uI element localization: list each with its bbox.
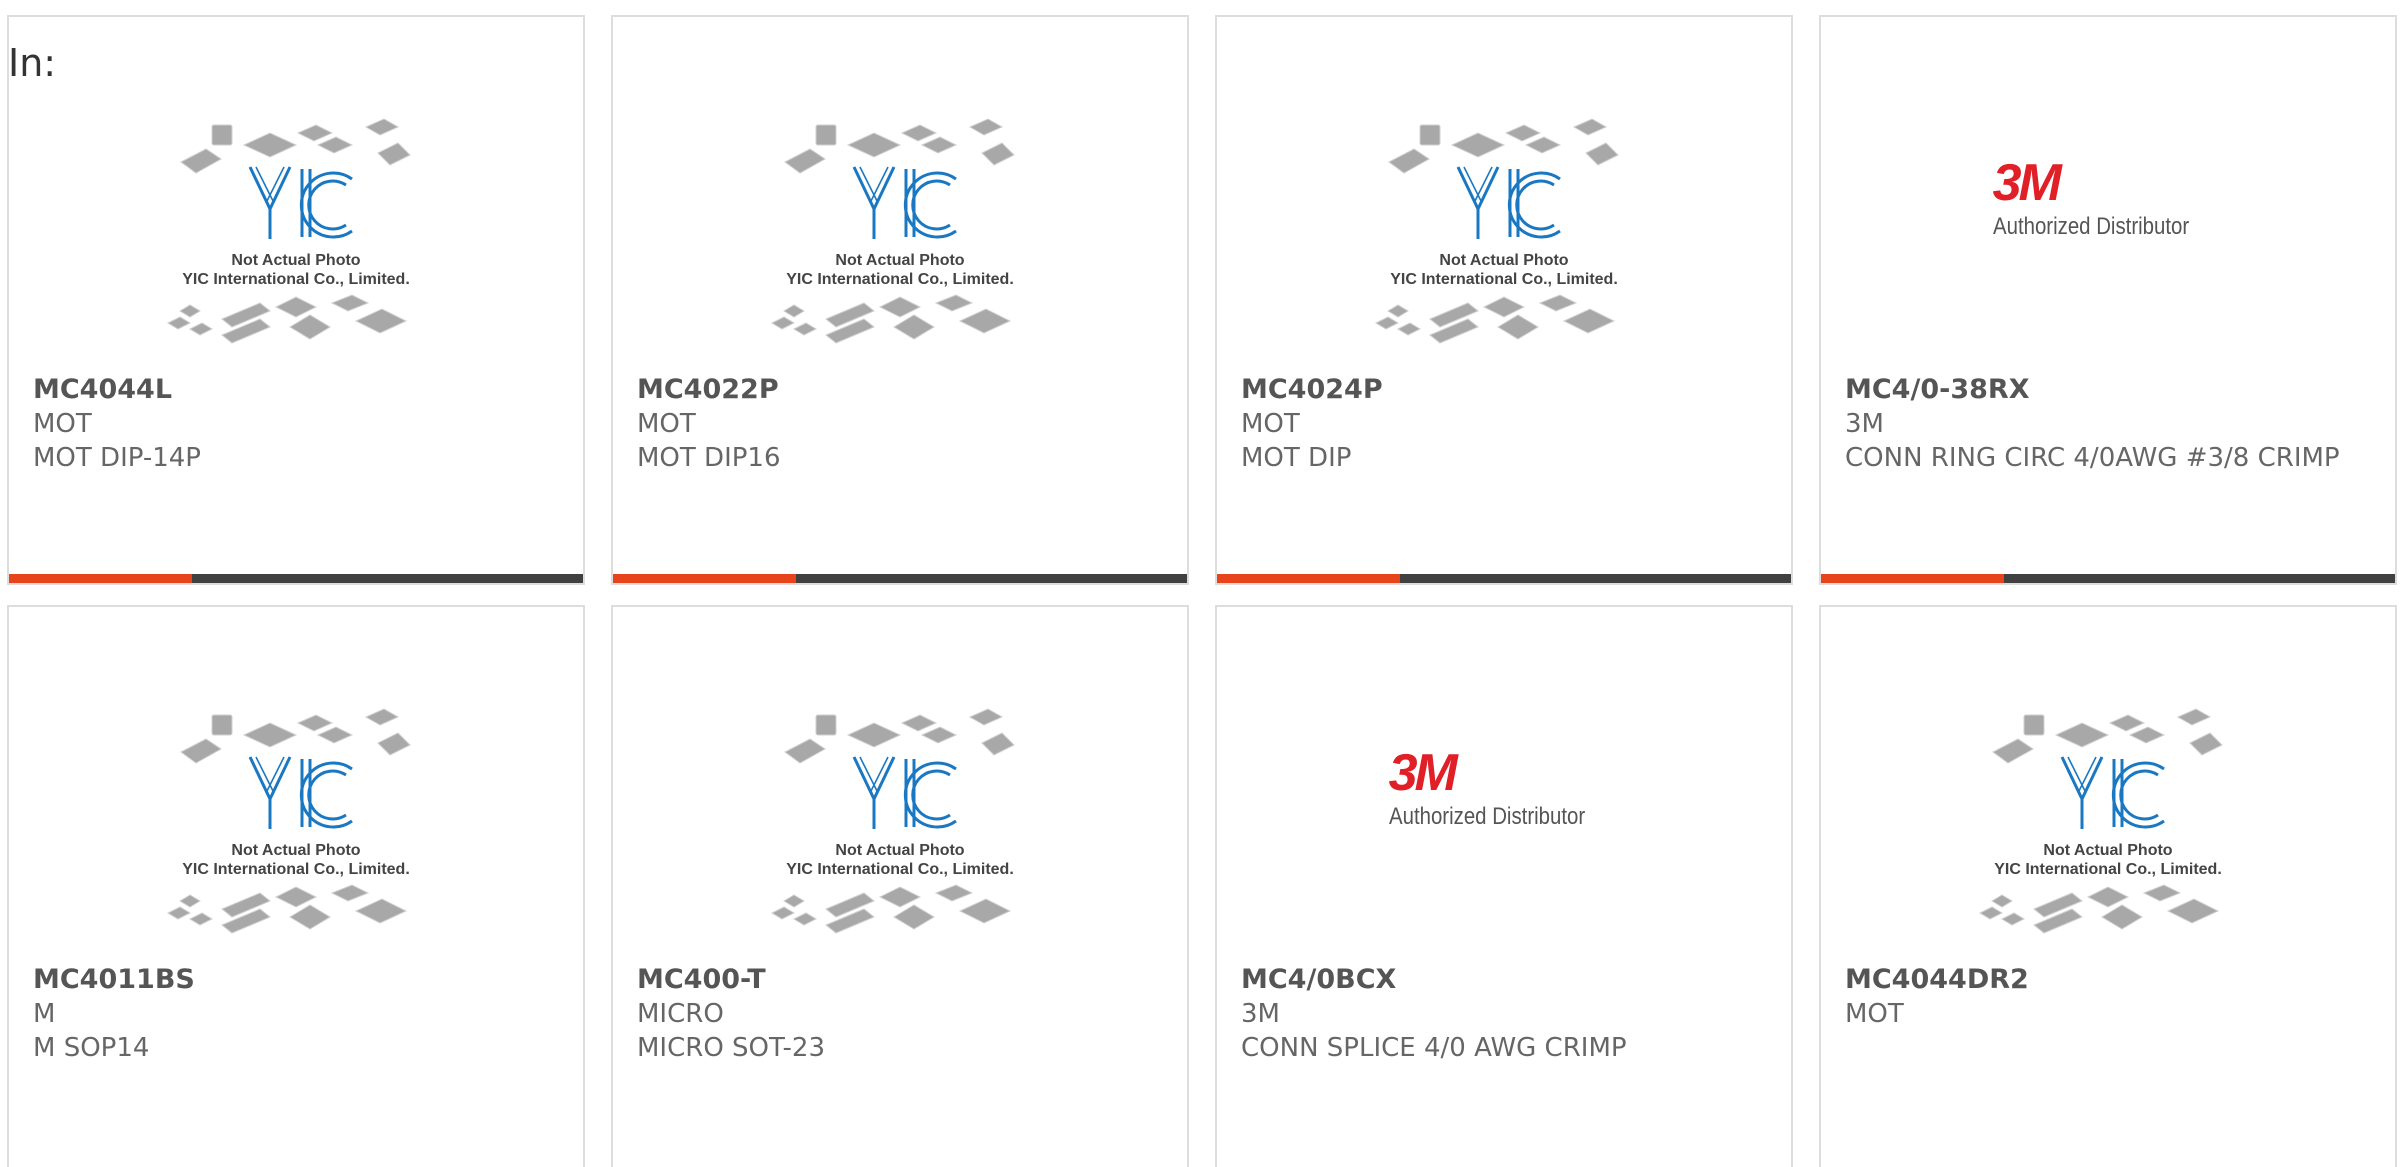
- card-accent-bar: [1217, 574, 1400, 583]
- manufacturer: MICRO: [637, 999, 724, 1029]
- placeholder-line1: Not Actual Photo: [835, 252, 964, 269]
- placeholder-line1: Not Actual Photo: [835, 842, 964, 859]
- description: CONN SPLICE 4/0 AWG CRIMP: [1241, 1033, 1627, 1063]
- product-image[interactable]: Not Actual Photo YIC International Co., …: [1217, 97, 1791, 372]
- manufacturer: MOT: [1845, 999, 1904, 1029]
- product-info: MC4024P MOT MOT DIP: [1241, 373, 1767, 475]
- placeholder-line2: YIC International Co., Limited.: [786, 861, 1014, 878]
- product-card[interactable]: Not Actual Photo YIC International Co., …: [7, 15, 585, 585]
- 3m-tagline: Authorized Distributor: [1388, 803, 1585, 830]
- product-card[interactable]: 3M Authorized Distributor MC4/0BCX 3M CONN…: [1215, 605, 1793, 1167]
- 3m-logo: 3M: [1388, 744, 1458, 802]
- card-bottom-bar: [1217, 574, 1791, 583]
- placeholder-line1: Not Actual Photo: [1439, 252, 1568, 269]
- description: MOT DIP: [1241, 443, 1352, 473]
- product-info: MC4044L MOT MOT DIP-14P: [33, 373, 559, 475]
- product-card[interactable]: Not Actual Photo YIC International Co., …: [1215, 15, 1793, 585]
- yic-placeholder-image: Not Actual Photo YIC International Co., …: [1374, 118, 1619, 344]
- yic-placeholder-image: Not Actual Photo YIC International Co., …: [166, 708, 411, 934]
- description: MICRO SOT-23: [637, 1033, 825, 1063]
- product-info: MC4/0BCX 3M CONN SPLICE 4/0 AWG CRIMP: [1241, 963, 1767, 1065]
- placeholder-line2: YIC International Co., Limited.: [786, 271, 1014, 288]
- 3m-authorized-image: 3M Authorized Distributor: [1821, 157, 2395, 241]
- placeholder-line1: Not Actual Photo: [2043, 842, 2172, 859]
- manufacturer: MOT: [637, 409, 696, 439]
- placeholder-line2: YIC International Co., Limited.: [1390, 271, 1618, 288]
- product-image[interactable]: Not Actual Photo YIC International Co., …: [613, 97, 1187, 372]
- product-card[interactable]: Not Actual Photo YIC International Co., …: [611, 15, 1189, 585]
- product-info: MC400-T MICRO MICRO SOT-23: [637, 963, 1163, 1065]
- part-number-link[interactable]: MC400-T: [637, 963, 1163, 997]
- placeholder-line1: Not Actual Photo: [231, 842, 360, 859]
- placeholder-line2: YIC International Co., Limited.: [182, 271, 410, 288]
- product-image[interactable]: Not Actual Photo YIC International Co., …: [613, 687, 1187, 962]
- product-image[interactable]: 3M Authorized Distributor: [1217, 687, 1791, 962]
- product-info: MC4011BS M M SOP14: [33, 963, 559, 1065]
- product-image[interactable]: Not Actual Photo YIC International Co., …: [1821, 687, 2395, 962]
- yic-placeholder-image: Not Actual Photo YIC International Co., …: [770, 708, 1015, 934]
- product-grid-page: In: Not Actual Photo YIC International C…: [0, 0, 2400, 1167]
- description: CONN RING CIRC 4/0AWG #3/8 CRIMP: [1845, 443, 2340, 473]
- manufacturer: 3M: [1845, 409, 1884, 439]
- yic-placeholder-image: Not Actual Photo YIC International Co., …: [770, 118, 1015, 344]
- product-info: MC4/0-38RX 3M CONN RING CIRC 4/0AWG #3/8 C…: [1845, 373, 2371, 475]
- product-image[interactable]: 3M Authorized Distributor: [1821, 97, 2395, 372]
- placeholder-line2: YIC International Co., Limited.: [182, 861, 410, 878]
- product-image[interactable]: Not Actual Photo YIC International Co., …: [9, 687, 583, 962]
- placeholder-line2: YIC International Co., Limited.: [1994, 861, 2222, 878]
- product-card[interactable]: Not Actual Photo YIC International Co., …: [1819, 605, 2397, 1167]
- card-bottom-bar: [613, 574, 1187, 583]
- yic-placeholder-image: Not Actual Photo YIC International Co., …: [166, 118, 411, 344]
- card-accent-bar: [1821, 574, 2004, 583]
- part-number-link[interactable]: MC4044L: [33, 373, 559, 407]
- part-number-link[interactable]: MC4/0BCX: [1241, 963, 1767, 997]
- part-number-link[interactable]: MC4044DR2: [1845, 963, 2371, 997]
- product-card[interactable]: 3M Authorized Distributor MC4/0-38RX 3M CO…: [1819, 15, 2397, 585]
- card-accent-bar: [9, 574, 192, 583]
- manufacturer: MOT: [1241, 409, 1300, 439]
- part-number-link[interactable]: MC4/0-38RX: [1845, 373, 2371, 407]
- 3m-authorized-image: 3M Authorized Distributor: [1217, 747, 1791, 831]
- part-number-link[interactable]: MC4022P: [637, 373, 1163, 407]
- part-number-link[interactable]: MC4011BS: [33, 963, 559, 997]
- 3m-tagline: Authorized Distributor: [1992, 213, 2189, 240]
- card-bottom-bar: [9, 574, 583, 583]
- card-accent-bar: [613, 574, 796, 583]
- manufacturer: M: [33, 999, 56, 1029]
- description: MOT DIP16: [637, 443, 781, 473]
- in-label: In:: [8, 41, 57, 85]
- product-image[interactable]: Not Actual Photo YIC International Co., …: [9, 97, 583, 372]
- product-card[interactable]: Not Actual Photo YIC International Co., …: [7, 605, 585, 1167]
- yic-placeholder-image: Not Actual Photo YIC International Co., …: [1978, 708, 2223, 934]
- card-bottom-bar: [1821, 574, 2395, 583]
- manufacturer: MOT: [33, 409, 92, 439]
- 3m-logo: 3M: [1992, 154, 2062, 212]
- description: MOT DIP-14P: [33, 443, 201, 473]
- product-card[interactable]: Not Actual Photo YIC International Co., …: [611, 605, 1189, 1167]
- product-info: MC4022P MOT MOT DIP16: [637, 373, 1163, 475]
- description: M SOP14: [33, 1033, 150, 1063]
- part-number-link[interactable]: MC4024P: [1241, 373, 1767, 407]
- product-info: MC4044DR2 MOT: [1845, 963, 2371, 1031]
- manufacturer: 3M: [1241, 999, 1280, 1029]
- placeholder-line1: Not Actual Photo: [231, 252, 360, 269]
